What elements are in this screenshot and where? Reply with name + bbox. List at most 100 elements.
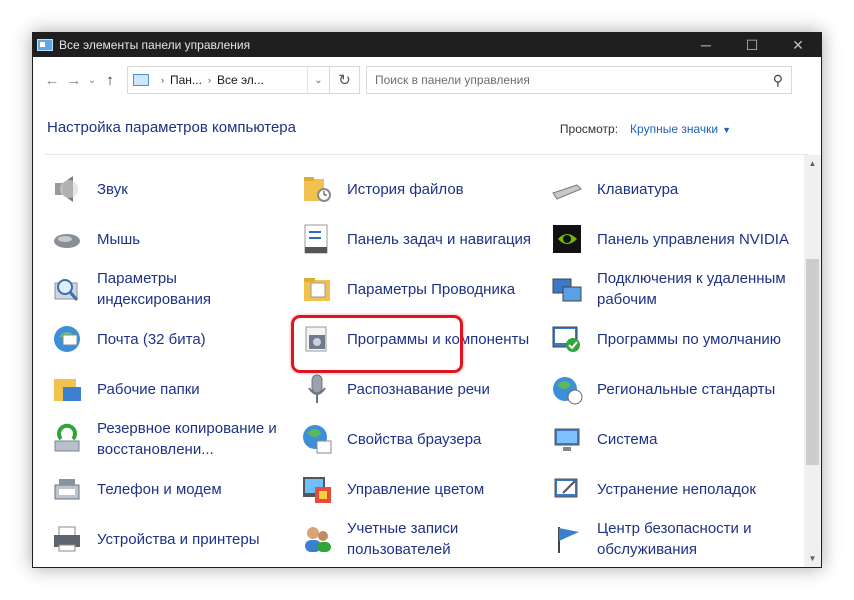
printer-icon: [51, 523, 83, 555]
control-panel-icon: [37, 39, 53, 51]
control-panel-item-label[interactable]: Региональные стандарты: [597, 379, 775, 400]
control-panel-item[interactable]: Панель управления NVIDIA: [545, 214, 795, 264]
security-flag-icon: [551, 523, 583, 555]
control-panel-item-label[interactable]: Панель задач и навигация: [347, 229, 531, 250]
control-panel-item[interactable]: Телефон и модем: [45, 464, 295, 514]
scroll-down-arrow[interactable]: ▼: [804, 550, 821, 567]
taskbar-icon: [301, 223, 333, 255]
scroll-up-arrow[interactable]: ▲: [804, 155, 821, 172]
control-panel-item-label[interactable]: Центр безопасности и обслуживания: [597, 518, 795, 560]
control-panel-item-label[interactable]: Система: [597, 429, 657, 450]
scroll-thumb[interactable]: [806, 259, 819, 465]
internet-options-icon: [301, 423, 333, 455]
control-panel-item[interactable]: История файлов: [295, 164, 545, 214]
view-mode-value[interactable]: Крупные значки: [630, 122, 718, 136]
breadcrumb-separator: ›: [207, 75, 211, 85]
control-panel-item[interactable]: Клавиатура: [545, 164, 795, 214]
breadcrumb-control-panel[interactable]: Пан...: [170, 73, 202, 87]
control-panel-item-label[interactable]: Почта (32 бита): [97, 329, 206, 350]
control-panel-item[interactable]: Центр безопасности и обслуживания: [545, 514, 795, 564]
speaker-icon: [51, 173, 83, 205]
control-panel-item[interactable]: Учетные записи пользователей: [295, 514, 545, 564]
control-panel-item-label[interactable]: Мышь: [97, 229, 140, 250]
mail-icon: [51, 323, 83, 355]
chevron-down-icon: ▼: [722, 124, 731, 135]
search-box[interactable]: ⚲: [366, 66, 792, 94]
control-panel-item[interactable]: Управление цветом: [295, 464, 545, 514]
control-panel-item-label[interactable]: Устройства и принтеры: [97, 529, 259, 550]
control-panel-item-label[interactable]: Распознавание речи: [347, 379, 490, 400]
file-history-icon: [301, 173, 333, 205]
close-button[interactable]: ✕: [775, 33, 821, 57]
control-panel-item[interactable]: Подключения к удаленным рабочим: [545, 264, 795, 314]
control-panel-item[interactable]: Параметры Проводника: [295, 264, 545, 314]
control-panel-item-label[interactable]: Параметры Проводника: [347, 279, 515, 300]
troubleshooting-icon: [551, 473, 583, 505]
search-input[interactable]: [375, 73, 773, 87]
color-management-icon: [301, 473, 333, 505]
user-accounts-icon: [301, 523, 333, 555]
indexing-icon: [51, 273, 83, 305]
minimize-button[interactable]: ─: [683, 33, 729, 57]
address-dropdown-icon[interactable]: ⌄: [307, 67, 329, 93]
up-button[interactable]: ↑: [99, 69, 121, 91]
control-panel-item-label[interactable]: Звук: [97, 179, 128, 200]
control-panel-item-label[interactable]: Подключения к удаленным рабочим: [597, 268, 795, 310]
control-panel-icon: [133, 74, 149, 86]
control-panel-item-label[interactable]: Свойства браузера: [347, 429, 481, 450]
control-panel-item-label[interactable]: Резервное копирование и восстановлени...: [97, 418, 295, 460]
control-panel-item-label[interactable]: Параметры индексирования: [97, 268, 295, 310]
items-area: Звук История файлов Клавиатура Мышь Панель з…: [33, 155, 821, 567]
mouse-icon: [51, 223, 83, 255]
vertical-scrollbar[interactable]: ▲ ▼: [804, 155, 821, 567]
control-panel-item-label[interactable]: Управление цветом: [347, 479, 484, 500]
control-panel-item[interactable]: Программы по умолчанию: [545, 314, 795, 364]
control-panel-item-label[interactable]: Клавиатура: [597, 179, 678, 200]
header-row: Настройка параметров компьютера Просмотр…: [45, 103, 809, 155]
control-panel-window: Все элементы панели управления ─ ☐ ✕ ← →…: [32, 32, 822, 568]
control-panel-item-label[interactable]: Учетные записи пользователей: [347, 518, 545, 560]
control-panel-item[interactable]: Рабочие папки: [45, 364, 295, 414]
control-panel-item[interactable]: Система: [545, 414, 795, 464]
view-label: Просмотр:: [559, 121, 619, 136]
control-panel-item-label[interactable]: Устранение неполадок: [597, 479, 756, 500]
keyboard-icon: [551, 173, 583, 205]
control-panel-item[interactable]: Мышь: [45, 214, 295, 264]
address-bar[interactable]: › Пан... › Все эл... ⌄: [127, 66, 330, 94]
control-panel-item[interactable]: Звук: [45, 164, 295, 214]
breadcrumb-separator: ›: [161, 75, 164, 85]
maximize-button[interactable]: ☐: [729, 33, 775, 57]
recent-locations-button[interactable]: ⌄: [85, 69, 99, 91]
control-panel-item[interactable]: Устройства и принтеры: [45, 514, 295, 564]
control-panel-item-label[interactable]: Программы по умолчанию: [597, 329, 781, 350]
control-panel-item[interactable]: Региональные стандарты: [545, 364, 795, 414]
folder-options-icon: [301, 273, 333, 305]
control-panel-item[interactable]: Параметры индексирования: [45, 264, 295, 314]
nvidia-icon: [551, 223, 583, 255]
page-title: Настройка параметров компьютера: [47, 119, 296, 136]
breadcrumb-all-items[interactable]: Все эл...: [217, 73, 264, 87]
default-programs-icon: [551, 323, 583, 355]
control-panel-item-label[interactable]: Панель управления NVIDIA: [597, 229, 789, 250]
refresh-button[interactable]: ↻: [330, 66, 360, 94]
address-toolbar: ← → ⌄ ↑ › Пан... › Все эл... ⌄ ↻ ⚲: [33, 57, 821, 103]
control-panel-item-label[interactable]: Телефон и модем: [97, 479, 222, 500]
control-panel-item-label[interactable]: Рабочие папки: [97, 379, 200, 400]
back-button[interactable]: ←: [41, 69, 63, 91]
microphone-icon: [301, 373, 333, 405]
forward-button[interactable]: →: [63, 69, 85, 91]
control-panel-item[interactable]: Резервное копирование и восстановлени...: [45, 414, 295, 464]
title-bar: Все элементы панели управления ─ ☐ ✕: [33, 33, 821, 57]
remote-desktop-icon: [551, 273, 583, 305]
control-panel-item[interactable]: Устранение неполадок: [545, 464, 795, 514]
control-panel-item-label[interactable]: История файлов: [347, 179, 464, 200]
work-folders-icon: [51, 373, 83, 405]
phone-modem-icon: [51, 473, 83, 505]
search-icon[interactable]: ⚲: [773, 72, 783, 89]
highlight-frame: [291, 315, 463, 373]
view-mode-dropdown[interactable]: Крупные значки ▼: [630, 122, 731, 136]
control-panel-item[interactable]: Панель задач и навигация: [295, 214, 545, 264]
backup-icon: [51, 423, 83, 455]
control-panel-item[interactable]: Свойства браузера: [295, 414, 545, 464]
control-panel-item[interactable]: Почта (32 бита): [45, 314, 295, 364]
